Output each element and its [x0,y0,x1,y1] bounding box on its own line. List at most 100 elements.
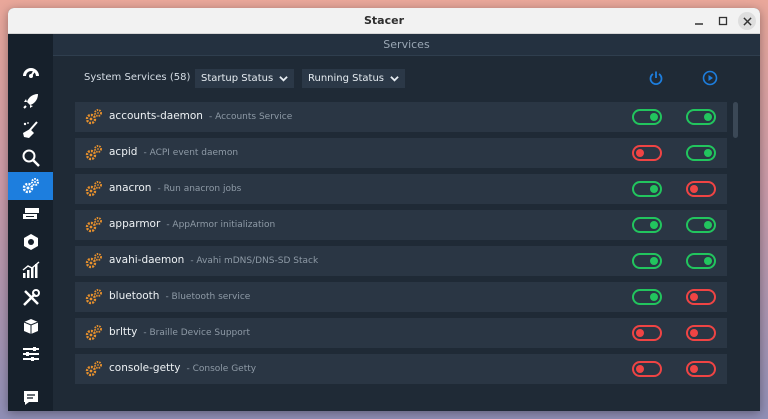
service-name: acpid - ACPI event daemon [109,146,239,158]
maximize-icon [718,16,728,26]
service-name: apparmor - AppArmor initialization [109,218,276,230]
running-toggle[interactable] [686,361,716,377]
rocket-icon [22,94,38,109]
running-toggle[interactable] [686,217,716,233]
service-description: - Avahi mDNS/DNS-SD Stack [190,256,319,266]
chart-icon [22,261,39,278]
sidebar-item-cleaner[interactable] [8,116,53,144]
startup-toggle[interactable] [632,253,662,269]
running-toggle[interactable] [686,253,716,269]
minimize-icon [695,23,703,25]
toggle-knob [704,257,712,265]
running-status-dropdown[interactable]: Running Status [302,69,406,88]
startup-toggle[interactable] [632,109,662,125]
uninstaller-icon [22,208,39,219]
service-description: - AppArmor initialization [166,220,276,230]
toggle-knob [636,149,644,157]
feedback-icon [23,391,38,405]
services-icon [22,178,39,194]
toggle-knob [650,113,658,121]
service-description: - Braille Device Support [143,328,250,338]
service-row: acpid - ACPI event daemon [75,138,727,168]
dashboard-icon [22,68,39,78]
startup-toggle[interactable] [632,361,662,377]
list-scrollbar[interactable] [733,102,738,138]
toggle-knob [650,257,658,265]
page-title: Services [383,38,430,51]
chevron-down-icon [279,76,288,82]
sidebar-item-resources[interactable] [8,228,53,256]
startup-toggle[interactable] [632,145,662,161]
startup-status-dropdown[interactable]: Startup Status [195,69,295,88]
startup-toggle[interactable] [632,181,662,197]
page-header: Services [53,34,760,56]
toggle-knob [690,365,698,373]
running-toggle[interactable] [686,325,716,341]
window-title: Stacer [363,14,404,27]
service-name: console-getty - Console Getty [109,362,257,374]
search-icon [22,149,40,167]
service-row: bluetooth - Bluetooth service [75,282,727,312]
window-controls [690,12,756,30]
toggle-knob [690,329,698,337]
service-row: brltty - Braille Device Support [75,318,727,348]
service-name: brltty - Braille Device Support [109,326,250,338]
maximize-button[interactable] [714,12,732,30]
gears-icon [85,361,102,377]
toggle-knob [704,149,712,157]
startup-toggle[interactable] [632,217,662,233]
startup-toggle[interactable] [632,325,662,341]
gears-icon [85,289,102,305]
toggle-knob [690,185,698,193]
gears-icon [85,253,102,269]
toggle-knob [636,329,644,337]
service-row: apparmor - AppArmor initialization [75,210,727,240]
sidebar-item-apt-repository[interactable] [8,312,53,340]
service-row: avahi-daemon - Avahi mDNS/DNS-SD Stack [75,246,727,276]
content-area: Services System Services (58) Startup St… [8,34,760,411]
gears-icon [85,325,102,341]
service-description: - Run anacron jobs [157,184,242,194]
toggle-knob [650,221,658,229]
service-name: bluetooth - Bluetooth service [109,290,251,302]
service-count-label: System Services (58) [84,72,191,83]
chevron-down-icon [390,76,399,82]
power-icon [649,71,663,85]
sidebar-item-startup-apps[interactable] [8,87,53,115]
startup-status-label: Startup Status [201,73,274,84]
sidebar-item-charts[interactable] [8,256,53,284]
service-description: - Accounts Service [208,112,293,122]
toggle-knob [650,293,658,301]
sidebar-item-settings[interactable] [8,340,53,368]
toggle-knob [636,365,644,373]
sidebar-item-tools[interactable] [8,284,53,312]
sidebar-item-uninstaller[interactable] [8,200,53,228]
toggle-knob [650,185,658,193]
running-toggle[interactable] [686,109,716,125]
service-name: avahi-daemon - Avahi mDNS/DNS-SD Stack [109,254,319,266]
settings-sliders-icon [22,347,39,361]
toggle-knob [704,113,712,121]
sidebar-item-services[interactable] [8,172,53,200]
running-toggle[interactable] [686,145,716,161]
service-row: console-getty - Console Getty [75,354,727,384]
gears-icon [85,145,102,161]
services-toolbar: System Services (58) Startup Status Runn… [84,69,760,89]
service-row: anacron - Run anacron jobs [75,174,727,204]
service-row: accounts-daemon - Accounts Service [75,102,727,132]
gears-icon [85,109,102,125]
running-toggle[interactable] [686,289,716,305]
sidebar-item-search[interactable] [8,144,53,172]
sidebar-item-feedback[interactable] [8,384,53,411]
running-toggle[interactable] [686,181,716,197]
services-list: accounts-daemon - Accounts Service acpid -… [75,102,727,390]
sidebar-item-dashboard[interactable] [8,58,53,86]
minimize-button[interactable] [690,12,708,30]
startup-toggle[interactable] [632,289,662,305]
close-button[interactable] [738,12,756,30]
service-name: anacron - Run anacron jobs [109,182,242,194]
resources-icon [23,234,38,250]
gears-icon [85,181,102,197]
services-panel: Services System Services (58) Startup St… [53,34,760,411]
service-description: - Console Getty [186,364,257,374]
